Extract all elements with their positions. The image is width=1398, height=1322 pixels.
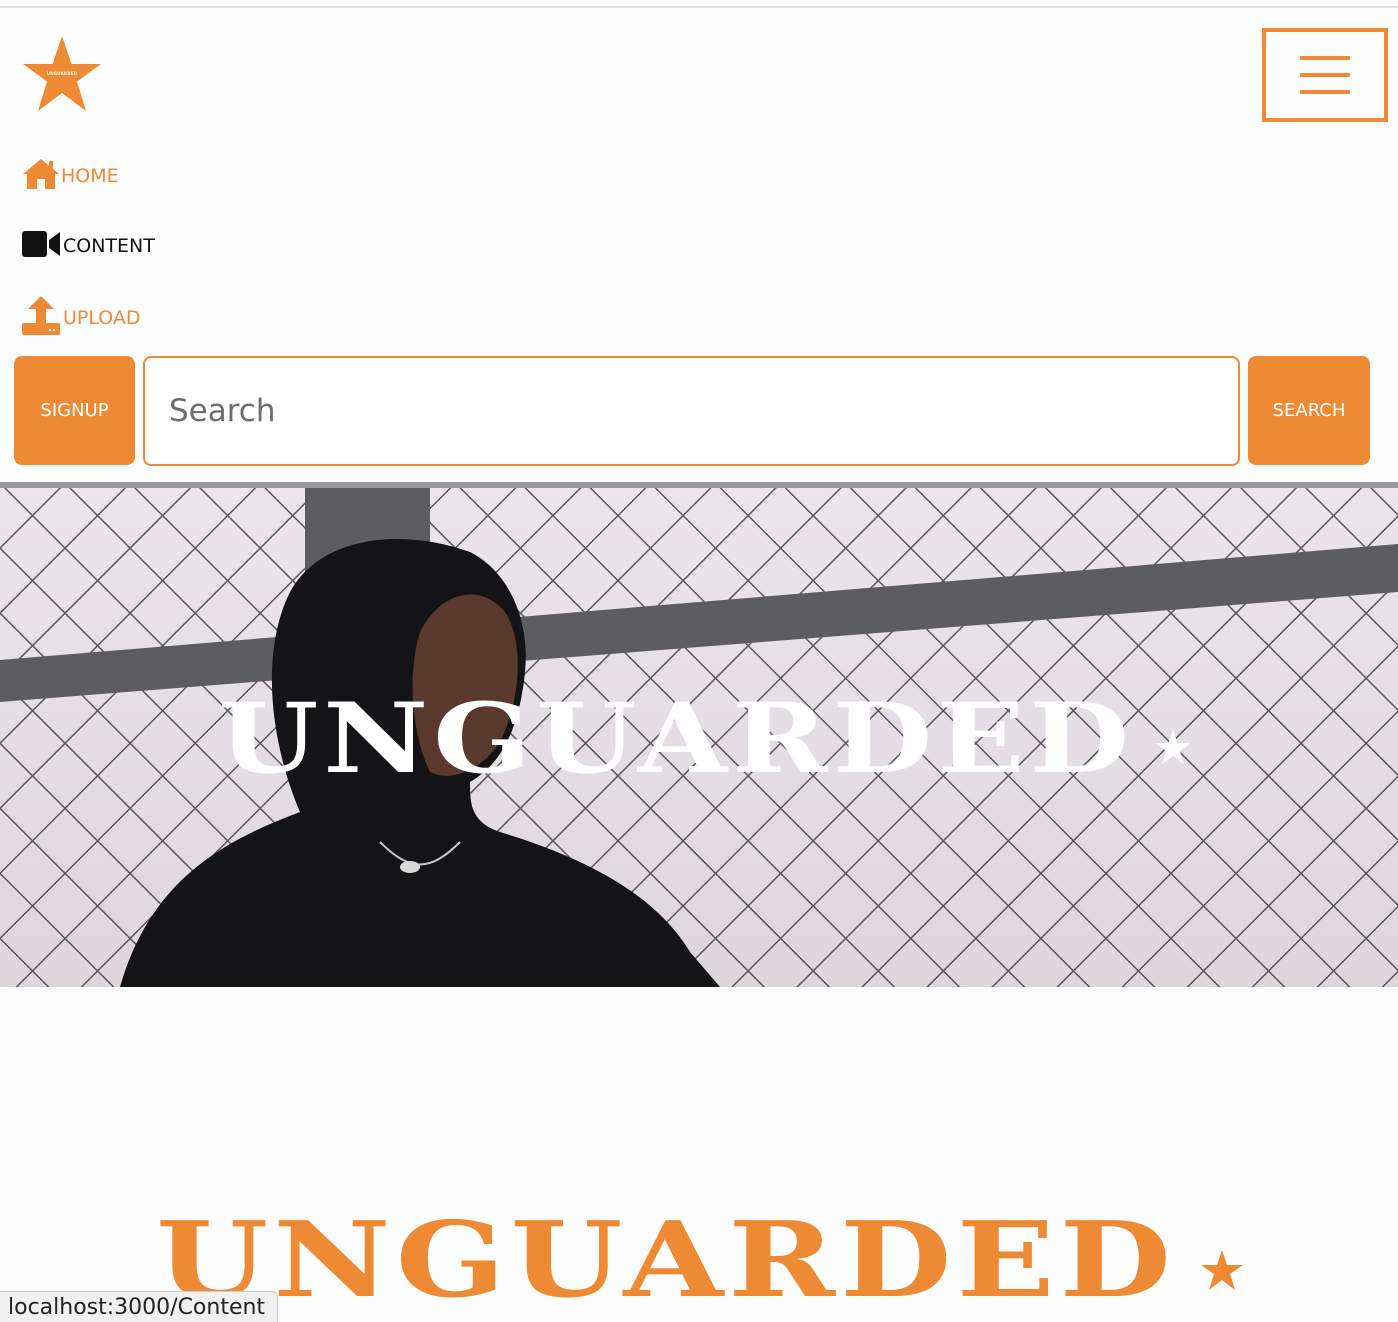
logo-wordmark: UNGUARDED — [46, 71, 78, 76]
nav-item-upload-label: UPLOAD — [63, 307, 141, 329]
hero-banner: UNGUARDED — [0, 482, 1398, 987]
brand-logo[interactable]: UNGUARDED — [20, 34, 104, 116]
star-icon — [1155, 730, 1191, 764]
video-camera-icon — [22, 230, 62, 262]
home-icon — [22, 158, 60, 194]
hamburger-line-icon — [1300, 56, 1350, 60]
hero-title: UNGUARDED — [218, 682, 1134, 782]
star-icon — [1201, 1250, 1243, 1290]
search-input[interactable] — [143, 356, 1240, 466]
nav-item-upload[interactable]: UPLOAD — [22, 296, 141, 340]
browser-status-bar: localhost:3000/Content — [0, 1291, 279, 1322]
status-url: localhost:3000/Content — [8, 1294, 266, 1320]
hero-title-graphic: UNGUARDED — [218, 682, 1191, 782]
search-button[interactable]: SEARCH — [1248, 356, 1370, 465]
menu-toggle-button[interactable] — [1262, 28, 1388, 122]
hamburger-line-icon — [1300, 73, 1350, 77]
nav-item-content-label: CONTENT — [63, 235, 155, 257]
nav-item-home[interactable]: HOME — [22, 158, 119, 194]
upload-icon — [22, 296, 62, 340]
signup-button[interactable]: SIGNUP — [14, 356, 135, 465]
nav-item-content[interactable]: CONTENT — [22, 230, 155, 262]
brand-footer-title: UNGUARDED — [156, 1198, 1176, 1310]
browser-top-rule — [0, 6, 1398, 8]
nav-item-home-label: HOME — [61, 165, 119, 187]
hamburger-line-icon — [1300, 90, 1350, 94]
